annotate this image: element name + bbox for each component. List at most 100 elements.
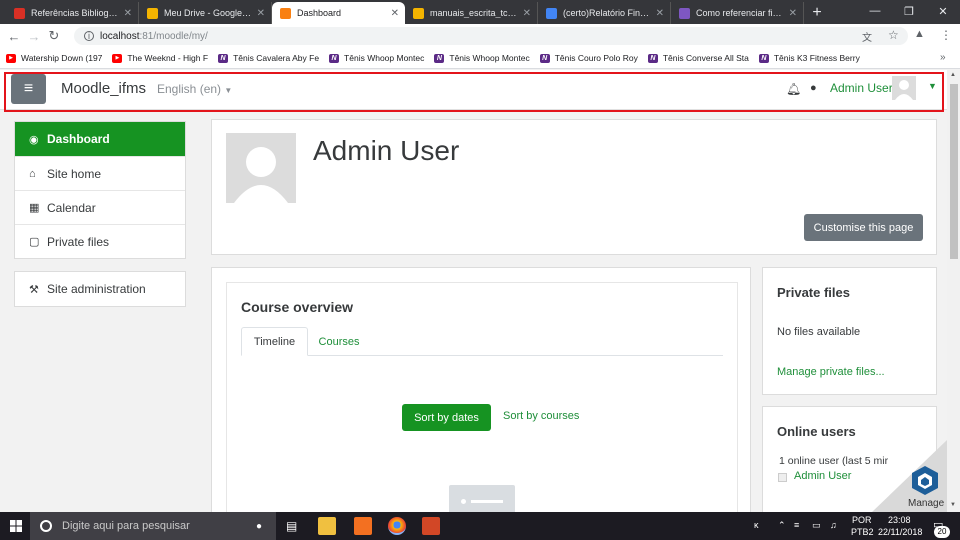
task-view-icon[interactable]: ▤ [286, 519, 297, 533]
page-title: Admin User [313, 135, 460, 166]
online-user-avatar [778, 473, 787, 482]
browser-tab[interactable]: manuais_escrita_tcc - A ✕ [405, 2, 538, 24]
url-host: localhost [100, 30, 140, 42]
browser-tab[interactable]: Meu Drive - Google Dri ✕ [139, 2, 272, 24]
star-icon[interactable]: ☆ [888, 28, 899, 42]
browser-tab[interactable]: Dashboard ✕ [272, 2, 405, 24]
search-placeholder: Digite aqui para pesquisar [62, 520, 190, 532]
clock-date[interactable]: 22/11/2018 [878, 527, 922, 537]
netshoes-icon: N [329, 53, 340, 63]
incognito-icon[interactable]: ▲ [914, 28, 925, 40]
customise-page-button[interactable]: Customise this page [804, 214, 923, 241]
taskbar-search-input[interactable]: Digite aqui para pesquisar ● [30, 512, 276, 540]
bookmark-item[interactable]: ▶ The Weeknd - High F [112, 53, 208, 63]
address-bar[interactable]: i localhost:81/moodle/my/ [74, 27, 908, 45]
sidebar-item-calendar[interactable]: ▦ Calendar [15, 190, 185, 224]
sidebar-item-label: Private files [47, 234, 110, 249]
language-bottom[interactable]: PTB2 [851, 527, 874, 537]
clock-time[interactable]: 23:08 [888, 515, 911, 525]
highlight-box [4, 72, 944, 112]
url-path: :81/moodle/my/ [139, 30, 208, 42]
youtube-icon: ▶ [112, 53, 123, 63]
tab-favicon-icon [679, 7, 690, 19]
close-tab-icon[interactable]: ✕ [124, 8, 132, 19]
bookmark-item[interactable]: N Tênis Cavalera Aby Fe [218, 53, 319, 63]
powerpoint-icon[interactable] [422, 517, 440, 535]
sidebar-item-label: Dashboard [47, 132, 110, 146]
translate-icon[interactable]: 文 [862, 29, 872, 44]
bookmark-label: Tênis Converse All Sta [662, 53, 749, 63]
course-overview-title: Course overview [241, 299, 354, 315]
sublime-text-icon[interactable] [354, 517, 372, 535]
new-tab-button[interactable]: + [804, 2, 830, 24]
volume-icon[interactable]: ♫ [830, 520, 837, 530]
bookmark-item[interactable]: N Tênis Whoop Montec [329, 53, 424, 63]
bookmark-label: Tênis K3 Fitness Berry [773, 53, 860, 63]
sort-by-dates-button[interactable]: Sort by dates [402, 404, 491, 431]
close-tab-icon[interactable]: ✕ [789, 8, 797, 19]
browser-tab[interactable]: Como referenciar figur ✕ [671, 2, 804, 24]
windows-start-icon[interactable] [10, 520, 22, 532]
bookmark-item[interactable]: N Tênis Couro Polo Roy [539, 53, 638, 63]
language-top[interactable]: POR [852, 515, 872, 525]
scroll-down-icon[interactable]: ▼ [950, 502, 956, 508]
close-tab-icon[interactable]: ✕ [391, 8, 399, 19]
home-icon: ⌂ [29, 167, 36, 180]
sidebar-item-site-administration[interactable]: ⚒ Site administration [15, 272, 185, 306]
manage-private-files-link[interactable]: Manage private files... [777, 366, 885, 378]
microphone-icon[interactable]: ● [256, 521, 262, 532]
people-icon[interactable]: κ [754, 520, 759, 530]
bookmark-item[interactable]: N Tênis Converse All Sta [647, 53, 749, 63]
forward-icon[interactable]: → [24, 29, 44, 44]
file-icon: ▢ [29, 236, 40, 248]
bookmark-item[interactable]: ▶ Watership Down (197 [6, 53, 102, 63]
moodle-page: ≡ Moodle_ifms English (en) ▼ 🔔︎ ● Admin … [0, 70, 947, 512]
bookmark-item[interactable]: N Tênis K3 Fitness Berry [758, 53, 860, 63]
browser-tab[interactable]: (certo)Relatório Final - T ✕ [538, 2, 671, 24]
back-icon[interactable]: ← [4, 29, 24, 44]
scrollbar-thumb[interactable] [950, 84, 958, 259]
manage-label: Manage [908, 498, 945, 509]
course-overview-block: Course overview Timeline Courses Sort by… [211, 267, 751, 512]
more-bookmarks-icon[interactable]: » [940, 52, 946, 63]
online-users-title: Online users [777, 424, 856, 439]
private-files-empty: No files available [777, 326, 861, 338]
windows-taskbar: Digite aqui para pesquisar ● ▤ κ ⌃ ≡ ▭ ♫… [0, 512, 960, 540]
battery-icon[interactable]: ▭ [812, 520, 821, 531]
tray-chevron-icon[interactable]: ⌃ [778, 520, 786, 531]
info-icon[interactable]: i [84, 31, 94, 41]
online-user-link[interactable]: Admin User [794, 470, 851, 482]
chrome-taskbar-icon[interactable] [388, 517, 406, 535]
cortana-circle-icon [40, 520, 52, 532]
youtube-icon: ▶ [6, 53, 16, 63]
file-explorer-icon[interactable] [318, 517, 336, 535]
private-files-block: Private files No files available Manage … [762, 267, 937, 395]
tab-courses[interactable]: Courses [311, 327, 367, 356]
profile-picture [226, 133, 296, 203]
sort-by-courses-link[interactable]: Sort by courses [503, 410, 579, 422]
reload-icon[interactable]: ↻ [44, 28, 64, 44]
sidebar-item-label: Site administration [47, 282, 146, 296]
dashboard-icon: ◉ [29, 133, 39, 146]
tab-timeline[interactable]: Timeline [241, 327, 308, 356]
minimize-icon[interactable]: — [858, 0, 892, 22]
menu-dots-icon[interactable]: ⋮ [940, 28, 952, 42]
browser-tab[interactable]: Referências Bibliográfic ✕ [6, 2, 139, 24]
close-tab-icon[interactable]: ✕ [656, 8, 664, 19]
scroll-up-icon[interactable]: ▲ [950, 72, 956, 78]
network-icon[interactable]: ≡ [794, 520, 799, 530]
close-tab-icon[interactable]: ✕ [257, 8, 265, 19]
sidebar-item-dashboard[interactable]: ◉ Dashboard [15, 122, 185, 156]
private-files-title: Private files [777, 285, 850, 300]
sidebar-item-private-files[interactable]: ▢ Private files [15, 224, 185, 258]
restore-icon[interactable]: ❐ [892, 0, 926, 22]
close-window-icon[interactable]: ✕ [926, 0, 960, 22]
bookmark-label: Tênis Whoop Montec [449, 53, 530, 63]
bookmark-item[interactable]: N Tênis Whoop Montec [434, 53, 530, 63]
bookmark-label: Watership Down (197 [21, 53, 103, 63]
manage-overlay[interactable]: Manage [872, 440, 947, 512]
close-tab-icon[interactable]: ✕ [523, 8, 531, 19]
sidebar-item-site-home[interactable]: ⌂ Site home [15, 156, 185, 190]
tab-title: Dashboard [297, 8, 342, 18]
tab-favicon-icon [147, 7, 158, 19]
